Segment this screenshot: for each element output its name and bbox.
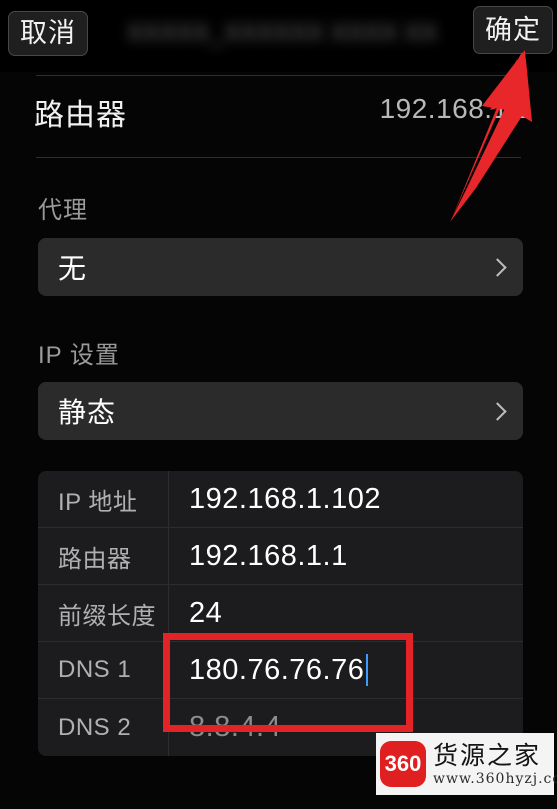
router-summary-row: 路由器 192.168.1.1 [0,90,557,145]
table-row-value-text: 192.168.1.102 [189,482,381,515]
table-row[interactable]: 路由器 192.168.1.1 [38,528,523,585]
watermark-badge-360: 360 [380,741,426,787]
proxy-select[interactable]: 无 [38,238,523,296]
table-row-value-text: 24 [189,596,223,629]
table-row-value-text: 180.76.76.76 [189,653,365,686]
table-row-label: 前缀长度 [58,602,156,630]
static-ip-detail-table: IP 地址 192.168.1.102 路由器 192.168.1.1 前缀长度 24 DN… [38,471,523,756]
table-row-value-input[interactable]: 180.76.76.76 [168,642,523,698]
ip-settings-selected-value: 静态 [58,397,117,428]
table-row-label: DNS 1 [58,656,132,683]
router-summary-label: 路由器 [34,99,127,132]
navigation-bar: 取消 XXXXX_XXXXXX XXXX XX 确定 [0,0,557,72]
proxy-selected-value: 无 [58,253,88,284]
chevron-right-icon [491,404,505,418]
table-row-label: IP 地址 [58,488,138,516]
divider-top [36,75,521,76]
proxy-section-label: 代理 [38,197,88,224]
table-row-label: 路由器 [58,545,132,573]
router-summary-value: 192.168.1.1 [379,93,533,124]
text-cursor [366,654,369,686]
table-row-value-text: 192.168.1.1 [189,539,348,572]
table-row[interactable]: 前缀长度 24 [38,585,523,642]
network-name-title-blurred: XXXXX_XXXXXX XXXX XX [126,19,438,47]
table-row-value-input[interactable]: 192.168.1.102 [168,471,523,527]
table-row-value-input[interactable]: 24 [168,585,523,641]
watermark-site-name: 货源之家 [433,740,542,770]
table-row[interactable]: DNS 1 180.76.76.76 [38,642,523,699]
table-row-label: DNS 2 [58,713,132,741]
cancel-button[interactable]: 取消 [8,11,88,56]
table-row[interactable]: IP 地址 192.168.1.102 [38,471,523,528]
wifi-static-ip-settings-screen: 取消 XXXXX_XXXXXX XXXX XX 确定 路由器 192.168.1… [0,0,557,809]
chevron-right-icon [491,260,505,274]
divider-bottom [36,157,521,158]
confirm-button[interactable]: 确定 [473,6,553,54]
watermark-site-url: www.360hyzj.com [433,770,557,787]
watermark-text: 货源之家 www.360hyzj.com [433,743,557,786]
watermark-logo: 360 货源之家 www.360hyzj.com [376,733,557,795]
ip-settings-select[interactable]: 静态 [38,382,523,440]
table-row-value-input[interactable]: 192.168.1.1 [168,528,523,584]
table-row-value-text: 8.8.4.4 [189,711,282,743]
ip-settings-section-label: IP 设置 [38,342,120,369]
